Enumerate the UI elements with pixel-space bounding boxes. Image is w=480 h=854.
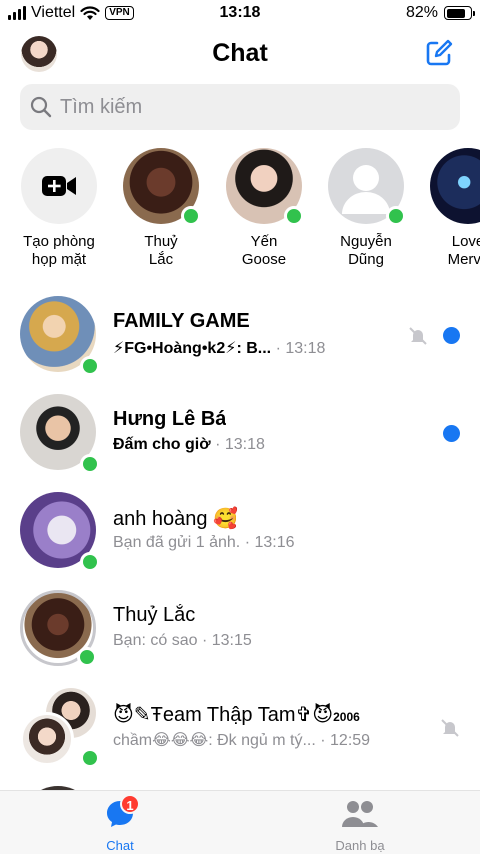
chat-preview: Đấm cho giờ · 13:18 <box>113 436 265 453</box>
chat-row-hung-le-ba[interactable]: Hưng Lê Bá Đấm cho giờ · 13:18 <box>0 392 480 490</box>
story-label-line2: Dũng <box>348 251 384 268</box>
page-title: Chat <box>212 39 268 67</box>
group-name: 😈✎Ŧeam Thập Tam✞😈 <box>113 704 334 726</box>
chat-preview: chầm😂😂😂: Đk ngủ m tý... · 12:59 <box>113 732 371 749</box>
story-label-line1: Yến <box>250 233 278 250</box>
online-indicator <box>386 206 406 226</box>
mute-icon <box>409 327 427 345</box>
story-label-line2: Lắc <box>148 251 174 268</box>
online-indicator <box>181 206 201 226</box>
chat-name: FAMILY GAME <box>113 310 250 332</box>
unread-indicator <box>443 327 460 344</box>
header: Chat <box>0 30 480 78</box>
tab-bar: 1 Chat Danh bạ <box>0 790 480 854</box>
active-now-row: Tạo phòng họp mặt Thuỷ Lắc Yến Goose Ngu… <box>0 148 480 278</box>
avatar <box>20 712 74 766</box>
chat-time: 13:18 <box>285 340 326 357</box>
chat-preview: ⚡FG•Hoàng•k2⚡: B... · 13:18 <box>113 340 326 357</box>
search-bar[interactable]: Tìm kiếm <box>20 84 460 130</box>
avatar <box>20 492 100 572</box>
status-bar: Viettel VPN 13:18 82% <box>0 0 480 28</box>
chat-preview: Bạn đã gửi 1 ảnh. · 13:16 <box>113 534 295 551</box>
story-nguyen-dung[interactable]: Nguyễn Dũng <box>316 148 416 269</box>
preview-text: Bạn: có sao <box>113 632 198 649</box>
search-icon <box>30 96 52 118</box>
mute-icon <box>441 719 459 737</box>
tab-chat[interactable]: 1 Chat <box>70 794 170 853</box>
story-label-line2: Mervy <box>447 251 480 268</box>
chat-name: Thuỷ Lắc <box>113 604 196 626</box>
avatar <box>20 590 97 667</box>
story-yen-goose[interactable]: Yến Goose <box>214 148 314 269</box>
status-right: 82% <box>405 4 475 22</box>
avatar[interactable] <box>123 148 201 226</box>
preview-text: Bạn đã gửi 1 ảnh. <box>113 534 241 551</box>
tab-label: Danh bạ <box>335 838 385 853</box>
preview-text: chầm😂😂😂: Đk ngủ m tý... <box>113 732 316 749</box>
video-plus-icon <box>42 176 76 196</box>
story-love-mervy[interactable]: Love Mervy <box>418 148 480 269</box>
chat-time: 13:18 <box>224 436 265 453</box>
unread-badge: 1 <box>120 794 140 814</box>
chat-name: Hưng Lê Bá <box>113 408 227 430</box>
chat-time: 13:15 <box>211 632 252 649</box>
chat-preview: Bạn: có sao · 13:15 <box>113 632 252 649</box>
online-indicator <box>284 206 304 226</box>
story-label-line2: họp mặt <box>31 251 87 268</box>
story-label-line1: Nguyễn <box>340 233 392 250</box>
story-label-line1: Thuỷ <box>144 233 178 250</box>
online-indicator <box>80 454 100 474</box>
new-room-button[interactable] <box>21 148 97 224</box>
tab-contacts[interactable]: Danh bạ <box>310 799 410 853</box>
avatar[interactable] <box>430 148 480 224</box>
people-icon <box>342 801 378 827</box>
chat-name: anh hoàng 🥰 <box>113 508 238 530</box>
group-avatar <box>20 688 100 768</box>
chat-time: 13:16 <box>254 534 295 551</box>
online-indicator <box>80 356 100 376</box>
unread-indicator <box>443 425 460 442</box>
battery-icon <box>444 6 475 20</box>
compose-icon[interactable] <box>424 38 454 68</box>
online-indicator <box>80 552 100 572</box>
battery-percent: 82% <box>405 4 438 21</box>
tab-label: Chat <box>106 838 134 853</box>
avatar[interactable] <box>328 148 406 226</box>
chat-name: 😈✎Ŧeam Thập Tam✞😈2006 <box>113 702 360 727</box>
group-name-suffix: 2006 <box>333 710 360 724</box>
preview-text: Đấm cho giờ <box>113 436 211 453</box>
story-label-line2: Goose <box>241 251 287 268</box>
story-label-line1: Tạo phòng <box>23 233 95 250</box>
avatar <box>20 394 100 474</box>
story-label-line1: Love <box>451 233 480 250</box>
online-indicator <box>77 647 97 667</box>
search-input[interactable]: Tìm kiếm <box>60 96 142 119</box>
chat-row-team-thap-tam[interactable]: 😈✎Ŧeam Thập Tam✞😈2006 chầm😂😂😂: Đk ngủ m … <box>0 686 480 784</box>
chat-row-thuy-lac[interactable]: Thuỷ Lắc Bạn: có sao · 13:15 <box>0 588 480 686</box>
chat-row-anh-hoang[interactable]: anh hoàng 🥰 Bạn đã gửi 1 ảnh. · 13:16 <box>0 490 480 588</box>
story-thuy-lac[interactable]: Thuỷ Lắc <box>111 148 211 269</box>
avatar <box>20 296 100 376</box>
online-indicator <box>80 748 100 768</box>
preview-text: ⚡FG•Hoàng•k2⚡: B... <box>113 340 272 357</box>
avatar[interactable] <box>226 148 304 226</box>
chat-row-family-game[interactable]: FAMILY GAME ⚡FG•Hoàng•k2⚡: B... · 13:18 <box>0 294 480 392</box>
story-new-room[interactable]: Tạo phòng họp mặt <box>9 148 109 269</box>
chat-time: 12:59 <box>330 732 371 749</box>
